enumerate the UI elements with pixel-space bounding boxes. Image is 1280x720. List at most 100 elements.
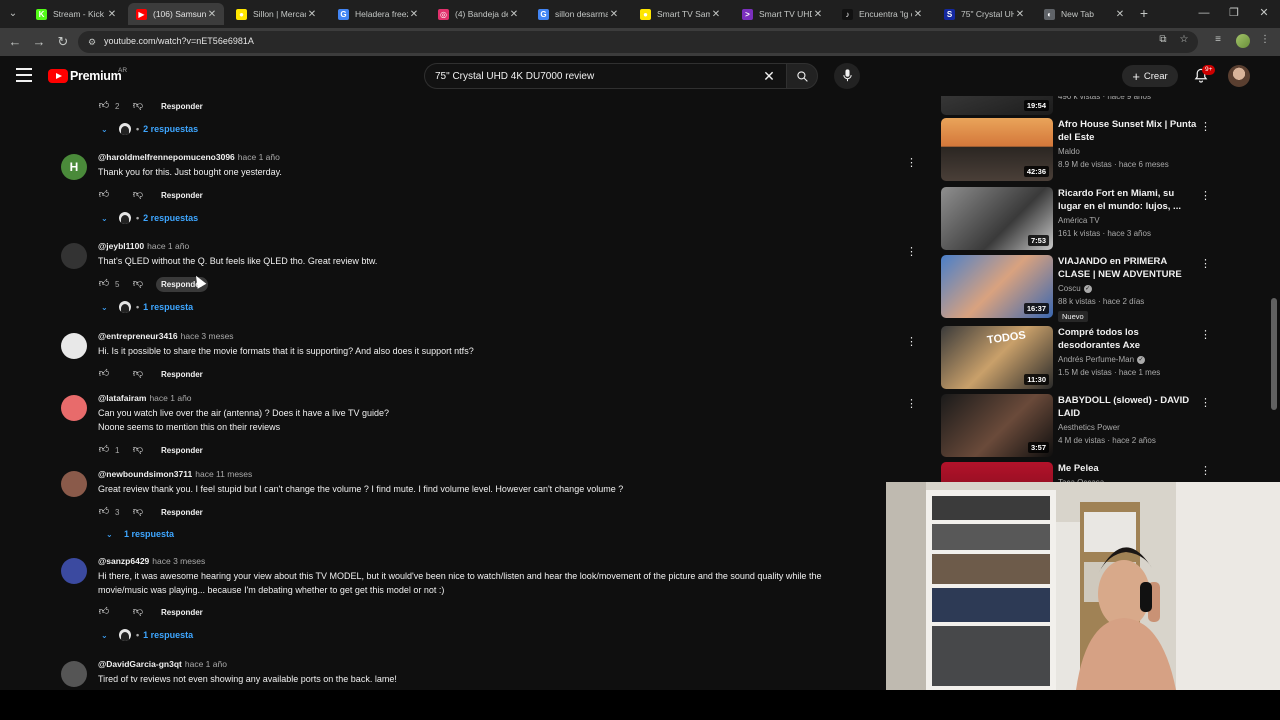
forward-icon[interactable]: →	[30, 33, 48, 51]
back-icon[interactable]: ←	[6, 33, 24, 51]
account-avatar[interactable]	[1228, 65, 1250, 87]
tab-close-icon[interactable]: ✕	[408, 9, 420, 20]
restore-icon[interactable]: ❐	[1224, 4, 1244, 22]
comment-avatar[interactable]	[61, 243, 87, 269]
browser-tab[interactable]: S 75" Crystal UHD✕	[936, 3, 1032, 25]
minimize-icon[interactable]: —	[1194, 4, 1214, 22]
tab-search-chevron-icon[interactable]: ⌄	[4, 5, 22, 23]
youtube-brand[interactable]: Premium	[70, 69, 122, 83]
thumbs-down-icon[interactable]: 👎︎	[132, 100, 144, 112]
thumbs-down-icon[interactable]: 👎︎	[132, 606, 144, 618]
thumbs-up-icon[interactable]: 👍︎	[98, 100, 110, 112]
comment-more-icon[interactable]: ⋮	[906, 156, 917, 170]
close-window-icon[interactable]: ✕	[1254, 4, 1274, 22]
comment-avatar[interactable]	[61, 661, 87, 687]
show-replies-button[interactable]: ⌄ • 1 respuesta	[101, 628, 193, 642]
reply-button[interactable]: Responder	[156, 188, 208, 203]
reply-button[interactable]: Responder	[156, 505, 208, 520]
comment-author[interactable]: @haroldmelfrennepomuceno3096 hace 1 año	[98, 152, 280, 162]
browser-tab[interactable]: Gsillon desarma ✕	[530, 3, 626, 25]
browser-tab[interactable]: ♪ Encuentra 'lg c ✕	[834, 3, 930, 25]
site-info-icon[interactable]: ⚙	[86, 36, 98, 48]
video-more-icon[interactable]: ⋮	[1200, 120, 1211, 134]
video-thumbnail[interactable]: TODOS 11:30	[941, 326, 1053, 389]
tab-close-icon[interactable]: ✕	[106, 9, 118, 20]
install-app-icon[interactable]: ⧉	[1156, 33, 1170, 47]
youtube-logo-icon[interactable]	[48, 69, 68, 83]
tab-close-icon[interactable]: ✕	[608, 9, 620, 20]
thumbs-down-icon[interactable]: 👎︎	[132, 189, 144, 201]
video-thumbnail[interactable]: 7:53	[941, 187, 1053, 250]
thumbs-up-icon[interactable]: 👍︎	[98, 278, 110, 290]
show-replies-button[interactable]: ⌄ 1 respuesta	[106, 527, 174, 541]
video-more-icon[interactable]: ⋮	[1200, 257, 1211, 271]
channel-name[interactable]: Andrés Perfume-Man ✓	[1058, 355, 1208, 364]
video-title[interactable]: VIAJANDO en PRIMERA CLASE | NEW ADVENTUR…	[1058, 255, 1198, 281]
video-title[interactable]: Me Pelea	[1058, 462, 1198, 475]
video-more-icon[interactable]: ⋮	[1200, 328, 1211, 342]
comment-author[interactable]: @newboundsimon3711 hace 11 meses	[98, 469, 252, 479]
reply-button[interactable]: Responder	[156, 605, 208, 620]
address-url[interactable]: youtube.com/watch?v=nET56e6981A	[104, 36, 254, 46]
tab-close-icon[interactable]: ✕	[1114, 9, 1126, 20]
channel-name[interactable]: América TV	[1058, 216, 1208, 225]
tab-close-icon[interactable]: ✕	[812, 9, 824, 20]
search-query[interactable]: 75" Crystal UHD 4K DU7000 review	[435, 71, 594, 82]
profile-avatar[interactable]	[1236, 34, 1250, 48]
thumbs-up-icon[interactable]: 👍︎	[98, 606, 110, 618]
comment-avatar[interactable]: H	[61, 154, 87, 180]
thumbs-up-icon[interactable]: 👍︎	[98, 506, 110, 518]
browser-menu-icon[interactable]: ⋮	[1258, 33, 1272, 47]
bookmark-star-icon[interactable]: ☆	[1177, 33, 1191, 47]
reading-list-icon[interactable]: ≡	[1211, 33, 1225, 47]
browser-tab[interactable]: ◎ (4) Bandeja de ✕	[430, 3, 526, 25]
reply-button[interactable]: Responder	[156, 443, 208, 458]
comment-avatar[interactable]	[61, 395, 87, 421]
comment-more-icon[interactable]: ⋮	[906, 397, 917, 411]
new-tab-button[interactable]: +	[1136, 4, 1152, 22]
show-replies-button[interactable]: ⌄ • 1 respuesta	[101, 300, 193, 314]
channel-name[interactable]: Coscu ✓	[1058, 284, 1208, 293]
recommended-video[interactable]: Me PeleaTaca Occasa⋮	[941, 462, 1241, 482]
video-thumbnail[interactable]: 16:37	[941, 255, 1053, 318]
tab-close-icon[interactable]: ✕	[206, 9, 218, 20]
thumbs-down-icon[interactable]: 👎︎	[132, 368, 144, 380]
video-thumbnail[interactable]	[941, 462, 1053, 482]
tab-close-icon[interactable]: ✕	[508, 9, 520, 20]
video-thumbnail[interactable]: 19:54	[941, 96, 1053, 115]
browser-tab[interactable]: ● Smart TV Sams✕	[632, 3, 728, 25]
tab-close-icon[interactable]: ✕	[912, 9, 924, 20]
tab-close-icon[interactable]: ✕	[710, 9, 722, 20]
recommended-video[interactable]: 7:53 Ricardo Fort en Miami, su lugar en e…	[941, 187, 1241, 257]
comment-avatar[interactable]	[61, 333, 87, 359]
reply-button[interactable]: Responder	[156, 367, 208, 382]
recommended-video[interactable]: TODOS 11:30 Compré todos los desodorantes …	[941, 326, 1241, 396]
browser-tab[interactable]: ◐ New Tab ✕	[1036, 3, 1132, 25]
browser-tab[interactable]: ▶ (106) Samsung ✕	[128, 3, 224, 25]
create-button[interactable]: + Crear	[1122, 65, 1178, 87]
video-title[interactable]: Compré todos los desodorantes Axe	[1058, 326, 1198, 352]
thumbs-up-icon[interactable]: 👍︎	[98, 444, 110, 456]
video-more-icon[interactable]: ⋮	[1200, 396, 1211, 410]
video-title[interactable]: Afro House Sunset Mix | Punta del Este	[1058, 118, 1198, 144]
channel-name[interactable]: Maldo	[1058, 147, 1208, 156]
browser-tab[interactable]: > Smart TV UHD ✕	[734, 3, 830, 25]
recommended-video[interactable]: 16:37 VIAJANDO en PRIMERA CLASE | NEW ADV…	[941, 255, 1241, 325]
comment-more-icon[interactable]: ⋮	[906, 245, 917, 259]
reply-button[interactable]: Responder	[156, 99, 208, 114]
thumbs-up-icon[interactable]: 👍︎	[98, 368, 110, 380]
video-title[interactable]: Ricardo Fort en Miami, su lugar en el mu…	[1058, 187, 1198, 213]
tab-close-icon[interactable]: ✕	[306, 9, 318, 20]
address-bar[interactable]: ⚙ youtube.com/watch?v=nET56e6981A	[78, 31, 1198, 53]
comment-avatar[interactable]	[61, 471, 87, 497]
reload-icon[interactable]: ↻	[54, 33, 72, 51]
menu-icon[interactable]	[16, 68, 32, 82]
browser-tab[interactable]: G Heladera freez ✕	[330, 3, 426, 25]
thumbs-up-icon[interactable]: 👍︎	[98, 189, 110, 201]
voice-search-button[interactable]	[834, 63, 860, 89]
tab-close-icon[interactable]: ✕	[1014, 9, 1026, 20]
thumbs-down-icon[interactable]: 👎︎	[132, 278, 144, 290]
recommended-video[interactable]: 42:36 Afro House Sunset Mix | Punta del E…	[941, 118, 1241, 188]
browser-tab[interactable]: K Stream - Kick ✕	[28, 3, 124, 25]
comment-author[interactable]: @jeybl1100 hace 1 año	[98, 241, 189, 251]
